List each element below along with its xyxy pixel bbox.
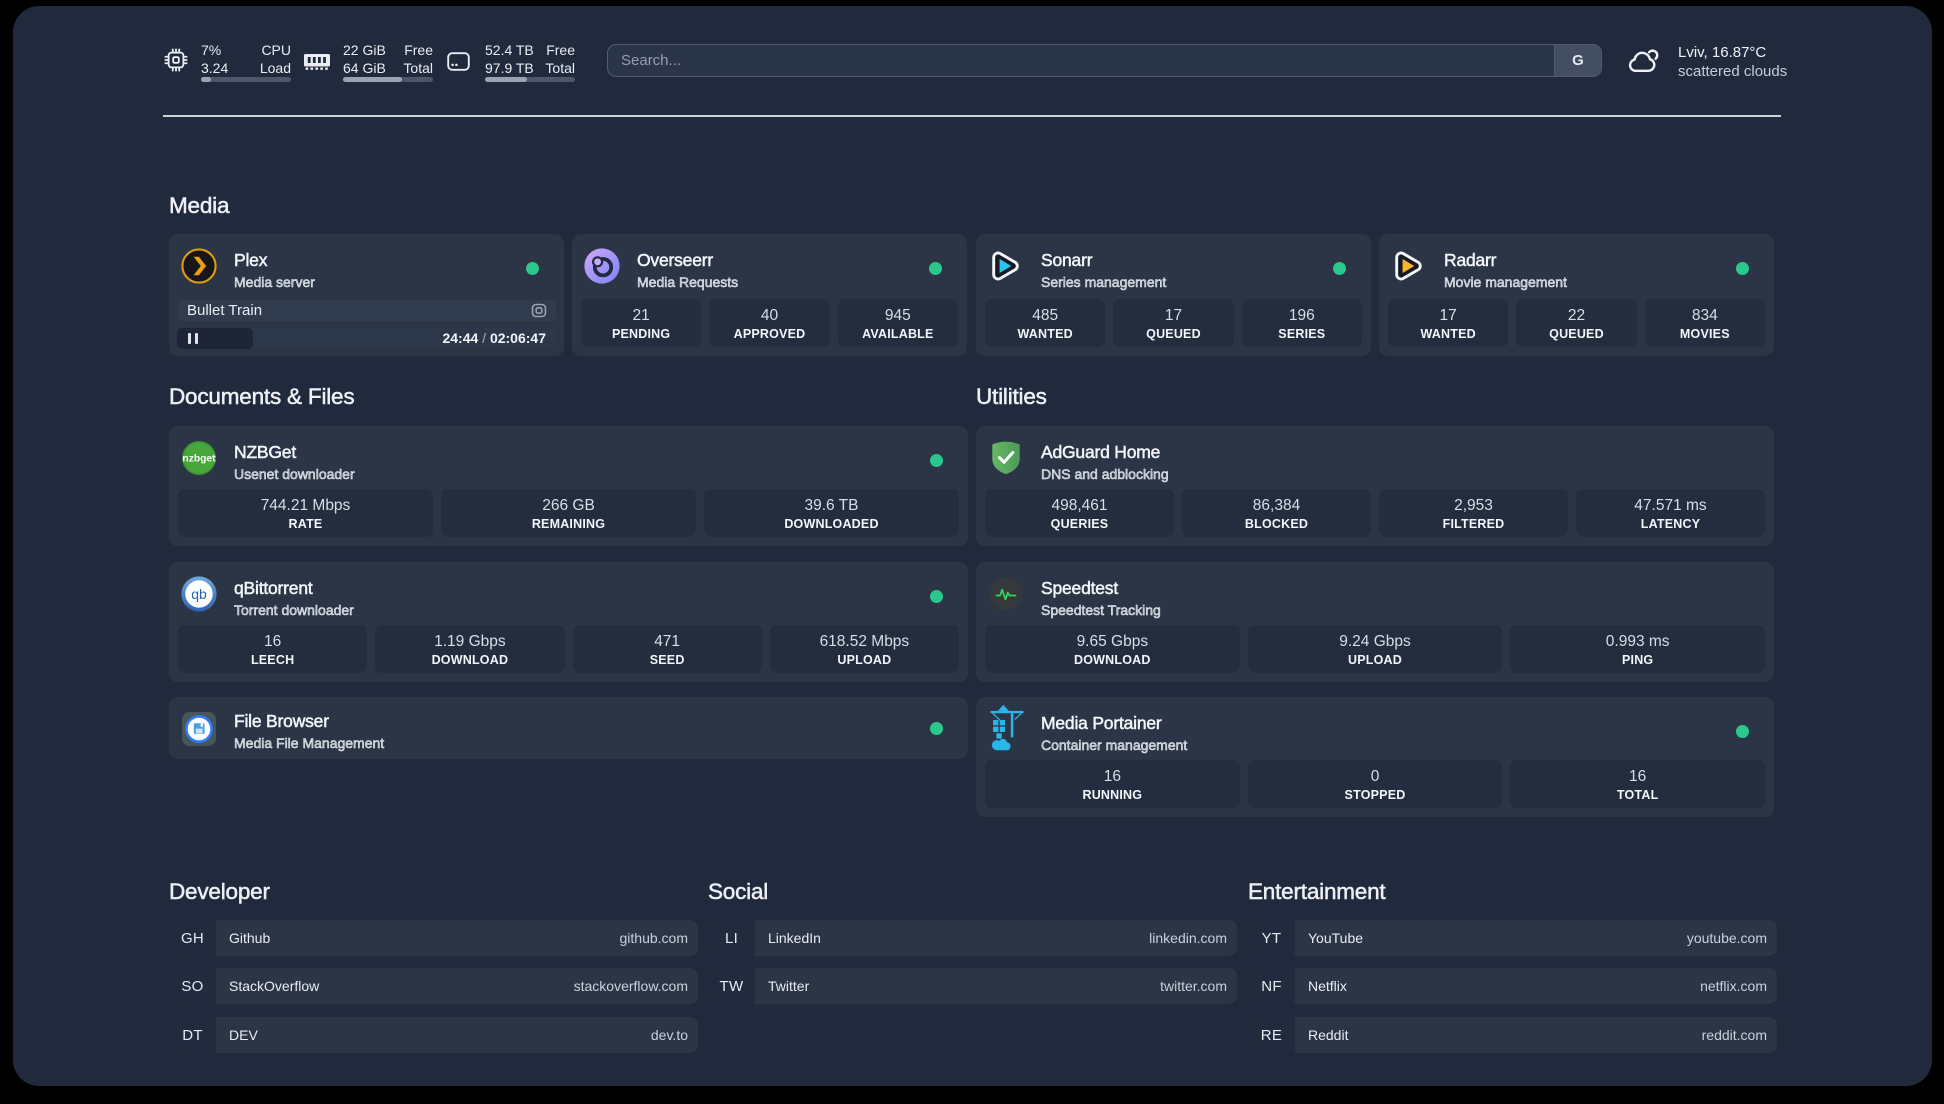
svg-text:qb: qb	[191, 586, 207, 602]
svg-text:nzbget: nzbget	[182, 454, 216, 465]
